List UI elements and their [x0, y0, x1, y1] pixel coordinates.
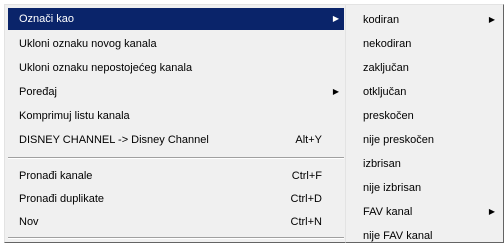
submenu-arrow-icon: ▶ — [488, 15, 495, 24]
menu-item-nov[interactable]: Nov Ctrl+N — [8, 211, 344, 233]
menu-item-label: Komprimuj listu kanala — [19, 110, 130, 122]
submenu-item-nije-fav-kanal[interactable]: nije FAV kanal — [349, 224, 500, 248]
submenu-arrow-icon: ▶ — [332, 87, 339, 96]
submenu-arrow-icon: ▶ — [332, 14, 339, 23]
menu-item-label: nije preskočen — [363, 134, 434, 146]
menu-item-label: kodiran — [363, 14, 400, 26]
menu-item-label: zaključan — [363, 62, 409, 74]
menu-item-shortcut: Ctrl+N — [290, 216, 322, 228]
menu-item-shortcut: Alt+Y — [295, 134, 322, 146]
submenu-item-nije-izbrisan[interactable]: nije izbrisan — [349, 176, 500, 200]
menu-item-pronadi-duplikate[interactable]: Pronađi duplikate Ctrl+D — [8, 188, 344, 210]
menu-item-komprimuj-listu-kanala[interactable]: Komprimuj listu kanala — [8, 105, 344, 127]
menu-item-ukloni-oznaku-novog-kanala[interactable]: Ukloni oznaku novog kanala — [8, 33, 344, 55]
menu-item-label: nije FAV kanal — [363, 230, 433, 242]
menu-separator — [8, 157, 344, 159]
menu-item-shortcut: Ctrl+D — [290, 193, 322, 205]
menu-item-ukloni-oznaku-nepostojeceg-kanala[interactable]: Ukloni oznaku nepostojećeg kanala — [8, 57, 344, 79]
menu-separator — [8, 237, 344, 239]
menu-item-label: Označi kao — [19, 13, 75, 25]
submenu-item-nekodiran[interactable]: nekodiran — [349, 32, 500, 56]
menu-item-label: nekodiran — [363, 38, 412, 50]
menu-item-disney-channel[interactable]: DISNEY CHANNEL -> Disney Channel Alt+Y — [8, 129, 344, 151]
menu-item-shortcut: Ctrl+F — [291, 170, 322, 182]
menu-item-label: nije izbrisan — [363, 182, 422, 194]
menu-item-label: DISNEY CHANNEL -> Disney Channel — [19, 134, 209, 146]
submenu-item-otkljucan[interactable]: otključan — [349, 80, 500, 104]
submenu-arrow-icon: ▶ — [488, 207, 495, 216]
menu-item-label: Ukloni oznaku novog kanala — [19, 38, 157, 50]
menu-item-oznaci-kao[interactable]: Označi kao ▶ — [8, 8, 344, 30]
submenu-item-izbrisan[interactable]: izbrisan — [349, 152, 500, 176]
menu-item-label: Ukloni oznaku nepostojećeg kanala — [19, 62, 193, 74]
menu-item-label: izbrisan — [363, 158, 401, 170]
menu-item-poredaj[interactable]: Poređaj ▶ — [8, 81, 344, 103]
submenu-item-zakljucan[interactable]: zaključan — [349, 56, 500, 80]
menu-item-label: Poređaj — [19, 86, 57, 98]
submenu-item-fav-kanal[interactable]: FAV kanal ▶ — [349, 200, 500, 224]
submenu: kodiran ▶ nekodiran zaključan otključan … — [345, 4, 504, 243]
menu-item-label: preskočen — [363, 110, 414, 122]
submenu-item-kodiran[interactable]: kodiran ▶ — [349, 8, 500, 32]
submenu-item-nije-preskocen[interactable]: nije preskočen — [349, 128, 500, 152]
menu-item-label: FAV kanal — [363, 206, 413, 218]
context-menu: Označi kao ▶ Ukloni oznaku novog kanala … — [4, 4, 348, 243]
menu-item-label: Nov — [19, 216, 39, 228]
menu-item-label: otključan — [363, 86, 407, 98]
menu-item-pronadi-kanale[interactable]: Pronađi kanale Ctrl+F — [8, 165, 344, 187]
menu-item-label: Pronađi kanale — [19, 170, 93, 182]
submenu-item-preskocen[interactable]: preskočen — [349, 104, 500, 128]
menu-item-label: Pronađi duplikate — [19, 193, 105, 205]
